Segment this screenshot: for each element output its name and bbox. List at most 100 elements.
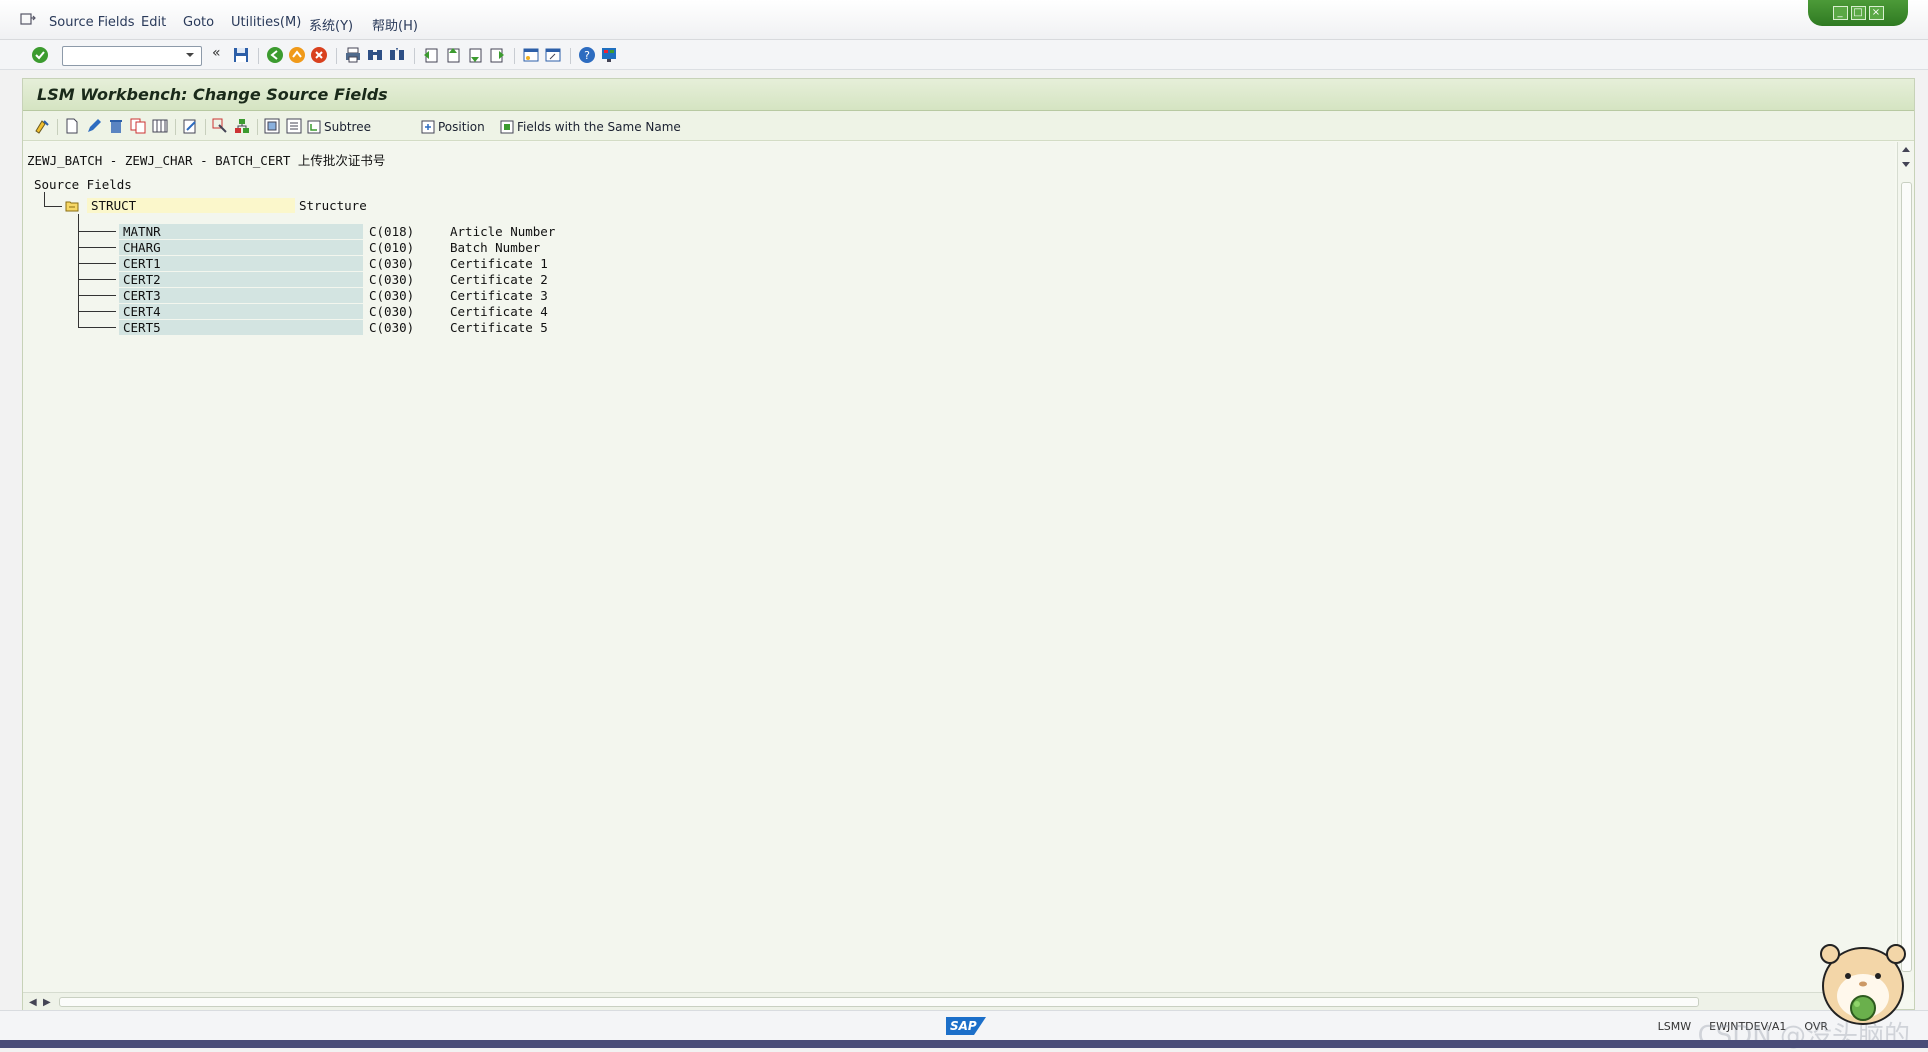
toolbar-separator (258, 48, 259, 64)
field-name[interactable]: CERT4 (119, 304, 363, 319)
enter-check-icon[interactable] (31, 46, 49, 64)
menu-system[interactable]: 系统(Y) (309, 15, 353, 34)
field-name[interactable]: CHARG (119, 240, 363, 255)
field-description: Certificate 5 (450, 320, 548, 335)
shortcut-icon[interactable] (544, 46, 562, 64)
next-page-icon[interactable] (466, 46, 484, 64)
same-name-fields-button[interactable]: Fields with the Same Name (500, 118, 681, 136)
tree-line (78, 231, 116, 232)
subtree-label: Subtree (324, 120, 371, 134)
restore-button[interactable]: □ (1850, 6, 1866, 20)
same-name-icon (500, 120, 514, 134)
menu-help[interactable]: 帮助(H) (372, 15, 418, 34)
structure-node[interactable]: STRUCT (87, 198, 295, 213)
table-columns-icon[interactable] (151, 117, 169, 135)
table-row: CERT2 C(030) Certificate 2 (23, 272, 823, 287)
table-row: MATNR C(018) Article Number (23, 224, 823, 239)
collapse-command-icon[interactable]: « (212, 45, 230, 63)
scroll-down-icon[interactable] (1902, 162, 1910, 167)
scrollbar-thumb[interactable] (1901, 182, 1912, 972)
edit-document-icon[interactable] (181, 117, 199, 135)
position-icon (421, 120, 435, 134)
scroll-left-icon[interactable]: ◀ (29, 997, 37, 1008)
tree-line (78, 247, 116, 248)
scroll-up-icon[interactable] (1902, 147, 1910, 152)
new-session-icon[interactable] (522, 46, 540, 64)
tree-line (78, 327, 116, 328)
field-name[interactable]: CERT2 (119, 272, 363, 287)
menu-source-fields[interactable]: Source Fields (49, 15, 135, 30)
exit-icon[interactable] (288, 46, 306, 64)
field-name[interactable]: CERT3 (119, 288, 363, 303)
menu-utilities[interactable]: Utilities(M) (231, 15, 301, 30)
table-row: CHARG C(010) Batch Number (23, 240, 823, 255)
customize-layout-icon[interactable] (600, 46, 618, 64)
delete-trash-icon[interactable] (107, 117, 125, 135)
expand-all-icon[interactable] (263, 117, 281, 135)
menu-icon[interactable] (20, 12, 36, 26)
cancel-icon[interactable] (310, 46, 328, 64)
table-row: CERT5 C(030) Certificate 5 (23, 320, 823, 335)
table-row: CERT4 C(030) Certificate 4 (23, 304, 823, 319)
find-icon[interactable] (366, 46, 384, 64)
subtree-icon (307, 120, 321, 134)
folder-icon[interactable] (65, 200, 79, 212)
command-field[interactable] (62, 46, 202, 66)
sap-logo: SAP (946, 1017, 986, 1035)
application-toolbar: Subtree Position Fields with the Same Na… (23, 111, 1914, 141)
tree-line (78, 279, 116, 280)
tree-line (78, 263, 116, 264)
svg-text:?: ? (584, 49, 590, 62)
table-row: CERT1 C(030) Certificate 1 (23, 256, 823, 271)
field-type: C(030) (369, 288, 415, 303)
tree-line (44, 206, 62, 207)
last-page-icon[interactable] (488, 46, 506, 64)
toolbar-separator (205, 119, 206, 135)
back-icon[interactable] (266, 46, 284, 64)
field-type: C(030) (369, 272, 415, 287)
collapse-all-icon[interactable] (285, 117, 303, 135)
menu-edit[interactable]: Edit (141, 15, 166, 30)
select-icon[interactable] (211, 117, 229, 135)
create-icon[interactable] (63, 117, 81, 135)
help-icon[interactable]: ? (578, 46, 596, 64)
menu-bar: Source Fields Edit Goto Utilities(M) 系统(… (0, 0, 1928, 40)
field-type: C(018) (369, 224, 415, 239)
scroll-right-icon[interactable]: ▶ (43, 997, 51, 1008)
toolbar-separator (336, 48, 337, 64)
toolbar-separator (414, 48, 415, 64)
copy-icon[interactable] (129, 117, 147, 135)
hierarchy-icon[interactable] (233, 117, 251, 135)
subtree-button[interactable]: Subtree (307, 118, 371, 136)
position-button[interactable]: Position (421, 118, 485, 136)
field-name[interactable]: CERT5 (119, 320, 363, 335)
horizontal-scrollbar[interactable]: ◀ ▶ (23, 992, 1895, 1010)
taskbar-strip (0, 1040, 1928, 1048)
toolbar-separator (57, 119, 58, 135)
find-next-icon[interactable] (388, 46, 406, 64)
field-name[interactable]: CERT1 (119, 256, 363, 271)
field-type: C(030) (369, 256, 415, 271)
first-page-icon[interactable] (422, 46, 440, 64)
chevron-down-icon[interactable] (184, 49, 196, 61)
field-type: C(010) (369, 240, 415, 255)
minimize-button[interactable]: _ (1832, 6, 1848, 20)
print-icon[interactable] (344, 46, 362, 64)
field-type: C(030) (369, 304, 415, 319)
vertical-scrollbar[interactable] (1897, 142, 1914, 992)
field-description: Certificate 4 (450, 304, 548, 319)
save-icon[interactable] (232, 46, 250, 64)
field-description: Certificate 3 (450, 288, 548, 303)
toolbar-separator (175, 119, 176, 135)
field-type: C(030) (369, 320, 415, 335)
change-pencil-icon[interactable] (85, 117, 103, 135)
field-description: Article Number (450, 224, 556, 239)
menu-goto[interactable]: Goto (183, 15, 214, 30)
screen-title-bar: LSM Workbench: Change Source Fields (23, 79, 1914, 111)
field-name[interactable]: MATNR (119, 224, 363, 239)
display-change-icon[interactable] (33, 117, 51, 135)
main-frame: LSM Workbench: Change Source Fields Subt… (22, 78, 1915, 1010)
close-window-button[interactable]: × (1868, 6, 1884, 20)
scrollbar-thumb[interactable] (59, 997, 1699, 1007)
previous-page-icon[interactable] (444, 46, 462, 64)
